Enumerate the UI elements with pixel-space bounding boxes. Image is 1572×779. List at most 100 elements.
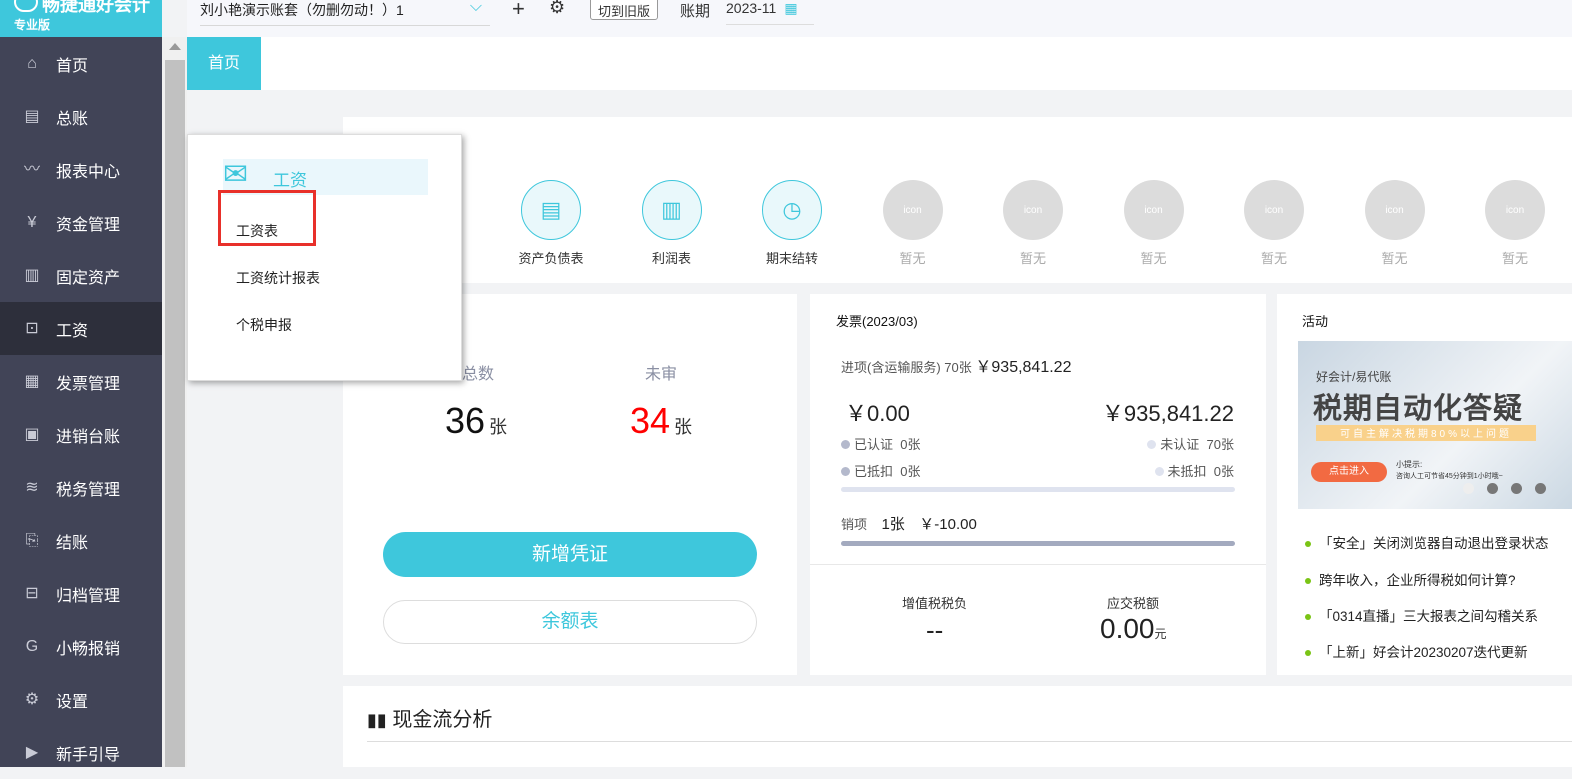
sidebar-item-label: 报表中心 [56,163,121,181]
new-voucher-button[interactable]: 新增凭证 [383,532,757,577]
settings-gear-icon[interactable]: ⚙ [549,0,565,18]
activity-banner[interactable]: 好会计/易代账 税期自动化答疑 可自主解决税期80%以上问题 点击进入 小提示:… [1298,341,1572,509]
sidebar-item-12[interactable]: ⚙ 设置 [0,673,162,726]
banner-brand: 好会计/易代账 [1316,370,1392,384]
quick-item[interactable]: icon 暂无 [1364,180,1425,267]
sidebar-item-3[interactable]: ¥ 资金管理 [0,196,162,249]
quick-item-label: 期末结转 [765,251,818,266]
sidebar-item-10[interactable]: ⊟ 归档管理 [0,567,162,620]
home-icon: ⌂ [27,54,37,72]
scrollbar-thumb[interactable] [165,60,185,767]
submenu-item-tax-filing[interactable]: 个税申报 [236,315,292,335]
quick-item-label: 暂无 [1381,251,1408,266]
sidebar-item-label: 资金管理 [56,216,121,234]
submenu-item-salary-table[interactable]: 工资表 [236,221,278,241]
sidebar-item-6[interactable]: ▦ 发票管理 [0,355,162,408]
cashflow-card [343,686,1572,767]
quick-item[interactable]: ▥ 利润表 [641,180,702,267]
sidebar-item-4[interactable]: ▥ 固定资产 [0,249,162,302]
sidebar-item-label: 固定资产 [56,269,121,287]
sidebar-item-2[interactable]: 〰报表中心 [0,143,162,196]
banner-cta-button[interactable]: 点击进入 [1311,462,1387,482]
invoice-icon: ▦ [24,372,40,390]
unreviewed-count[interactable]: 34 张 [630,400,692,442]
unreviewed-label: 未审 [645,366,678,383]
output-summary: 销项 1张 ￥-10.00 [841,516,977,533]
total-value: 36 [445,400,486,441]
news-link[interactable]: 跨年收入，企业所得税如何计算? [1305,569,1516,589]
bar-chart-icon: ▮▮ [367,710,387,730]
output-progress-bar [841,541,1235,546]
tab-home[interactable]: 首页 [187,37,261,90]
quick-item[interactable]: ▤ 资产负债表 [518,180,584,267]
cloud-icon [14,0,38,12]
placeholder-icon: icon [882,180,943,240]
sidebar-item-8[interactable]: ≋ 税务管理 [0,461,162,514]
unit: 张 [673,417,692,437]
account-select[interactable]: 刘小艳演示账套（勿删勿动！）1 ⌵ [200,0,490,26]
scroll-up-arrow-icon[interactable] [169,43,181,50]
edition-label: 专业版 [14,18,51,32]
asset-icon: ▥ [24,266,40,284]
sidebar-item-9[interactable]: ⎘ 结账 [0,514,162,567]
calendar-icon[interactable]: ▦ [784,0,797,16]
in-count: 70张 [944,360,972,375]
gear-icon: ⚙ [24,690,40,708]
quick-item[interactable]: icon 暂无 [1123,180,1184,267]
switch-old-version-button[interactable]: 切到旧版 [590,0,659,20]
news-link[interactable]: 「安全」关闭浏览器自动退出登录状态 [1305,532,1549,552]
sidebar-item-label: 归档管理 [56,587,121,605]
report-icon: ▥ [641,180,702,240]
vat-burden-value: -- [926,615,944,645]
quick-item[interactable]: icon 暂无 [882,180,943,267]
sidebar-item-0[interactable]: ⌂ 首页 [0,37,162,90]
add-icon[interactable]: + [512,0,525,22]
cashflow-header: ▮▮ 现金流分析 [367,703,492,732]
inventory-icon: ▣ [24,425,40,443]
carousel-dot[interactable] [1487,483,1498,494]
sidebar-item-7[interactable]: ▣ 进销台账 [0,408,162,461]
tax-icon: ≋ [25,478,39,496]
salary-icon: ✉ [223,158,249,191]
sidebar-item-1[interactable]: ▤ 总账 [0,90,162,143]
placeholder-icon: icon [1003,180,1063,240]
vat-burden-label: 增值税税负 [902,596,968,611]
tax-payable-label: 应交税额 [1107,596,1160,611]
quick-item-label: 暂无 [899,251,926,266]
quick-item[interactable]: ◷ 期末结转 [762,180,822,267]
sidebar-item-11[interactable]: G 小畅报销 [0,620,162,673]
quick-item[interactable]: icon 暂无 [1485,180,1545,267]
balance-sheet-button[interactable]: 余额表 [383,600,757,644]
submenu-item-salary-stats[interactable]: 工资统计报表 [236,268,320,288]
placeholder-icon: icon [1485,180,1545,240]
invoice-title: 发票(2023/03) [836,314,918,329]
undeducted-stat: 未抵扣 0张 [1154,461,1234,480]
sidebar-item-5[interactable]: ⊡ 工资 [0,302,162,355]
certified-stat: 已认证 0张 [841,434,920,453]
ledger-icon: ▤ [24,107,40,125]
news-link[interactable]: 「0314直播」三大报表之间勾稽关系 [1305,605,1538,625]
quick-item[interactable]: icon 暂无 [1244,180,1304,267]
unreviewed-value: 34 [630,400,671,441]
tax-payable: 0.00元 [1100,613,1167,644]
news-link[interactable]: 「上新」好会计20230207迭代更新 [1305,641,1528,661]
total-count[interactable]: 36 张 [445,400,507,442]
banner-tip-text: 咨询人工可节省45分钟到1小时哦~ [1396,473,1503,480]
carousel-dot[interactable] [1511,483,1522,494]
period-input[interactable]: 2023-11 ▦ [726,0,814,25]
quick-item[interactable]: icon 暂无 [1003,180,1063,267]
carousel-dot[interactable] [1535,483,1546,494]
deducted-stat: 已抵扣 0张 [841,461,920,480]
sidebar-item-label: 小畅报销 [56,640,121,658]
carousel-dot[interactable] [1463,483,1474,494]
sidebar-item-13[interactable]: ▶ 新手引导 [0,726,162,779]
input-progress-bar [841,487,1235,492]
salary-submenu: ✉ 工资 工资表 工资统计报表 个税申报 [187,134,462,381]
report-icon: ▤ [521,180,581,240]
sidebar-item-label: 进销台账 [56,428,121,446]
report-icon: ◷ [762,180,822,240]
quick-item-label: 暂无 [1260,251,1287,266]
app-logo: 畅捷通好会计 专业版 [0,0,162,37]
submenu-title: 工资 [273,171,307,190]
uncertified-stat: 未认证 70张 [1147,434,1234,453]
